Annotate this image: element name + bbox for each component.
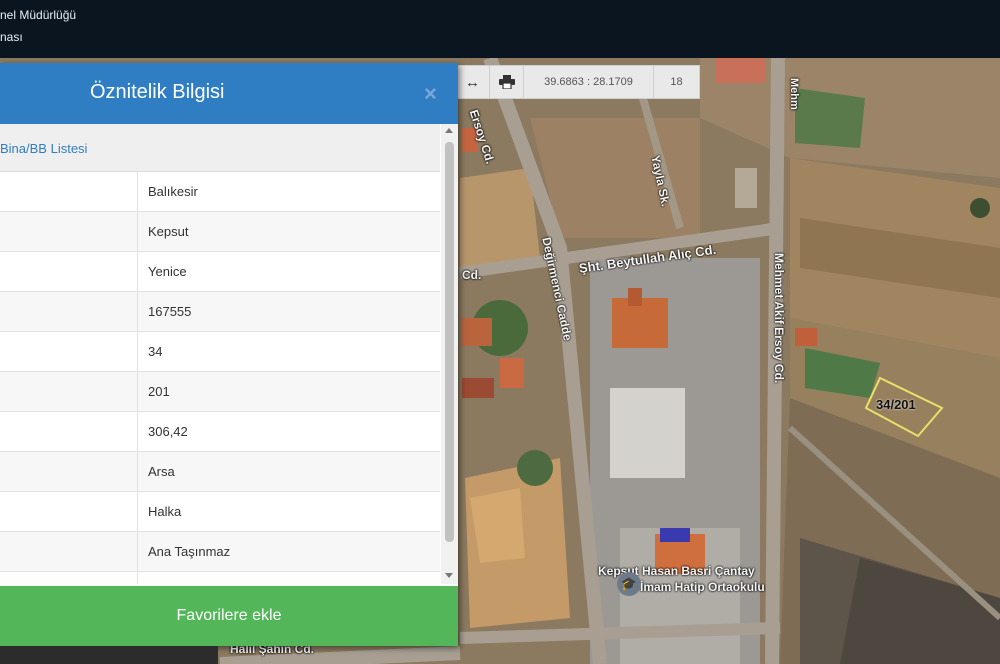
poi-label-school-line2: İmam Hatip Ortaokulu xyxy=(640,580,765,594)
attribute-value: 167555 xyxy=(148,304,192,319)
street-label-mehm: Mehm xyxy=(788,78,800,110)
street-label-mehmet-akif: Mehmet Akif Ersoy Cd. xyxy=(772,253,786,384)
panel-header: Öznitelik Bilgisi × xyxy=(0,63,458,124)
attribute-info-panel: Öznitelik Bilgisi × Bina/BB Listesi Balı… xyxy=(0,63,458,646)
app-header: nel Müdürlüğü nası xyxy=(0,0,1000,58)
bottom-left-strip xyxy=(0,646,218,664)
table-row: Arsa xyxy=(0,452,440,492)
attribute-value: 306,42 xyxy=(148,424,188,439)
attribute-value: Ana Taşınmaz xyxy=(148,544,231,559)
table-row: Ana Taşınmaz xyxy=(0,532,440,572)
table-row: Kepsut xyxy=(0,212,440,252)
table-row: 34 xyxy=(0,332,440,372)
attribute-value: 34 xyxy=(148,344,163,359)
table-row: Yenice xyxy=(0,252,440,292)
attribute-key-cell xyxy=(0,412,138,452)
table-row: 306,42 xyxy=(0,412,440,452)
attribute-table: Balıkesir Kepsut Yenice 167555 34 201 30… xyxy=(0,172,440,584)
header-title-line2: nası xyxy=(0,30,23,44)
panel-body[interactable]: Bina/BB Listesi Balıkesir Kepsut Yenice … xyxy=(0,124,458,584)
attribute-value: Halka xyxy=(148,504,182,519)
street-label-cd: Cd. xyxy=(462,268,482,282)
attribute-key-cell xyxy=(0,212,138,252)
attribute-key-cell xyxy=(0,452,138,492)
panel-title: Öznitelik Bilgisi xyxy=(90,81,225,103)
printer-icon[interactable] xyxy=(490,66,524,98)
attribute-key-cell xyxy=(0,532,138,572)
attribute-key-cell xyxy=(0,172,138,212)
attribute-key-cell xyxy=(0,492,138,532)
attribute-value: 201 xyxy=(148,384,170,399)
section-header[interactable]: Bina/BB Listesi xyxy=(0,124,440,172)
attribute-key-cell xyxy=(0,372,138,412)
table-row xyxy=(0,572,440,584)
table-row: 201 xyxy=(0,372,440,412)
attribute-key-cell xyxy=(0,572,138,584)
section-title[interactable]: Bina/BB Listesi xyxy=(0,141,87,156)
attribute-key-cell xyxy=(0,332,138,372)
table-row: Balıkesir xyxy=(0,172,440,212)
parcel-label[interactable]: 34/201 xyxy=(876,397,916,412)
table-row: Halka xyxy=(0,492,440,532)
coordinate-readout: 39.6863 : 28.1709 xyxy=(524,66,654,98)
add-to-favorites-button[interactable]: Favorilere ekle xyxy=(0,586,458,646)
poi-school-icon[interactable]: 🎓 xyxy=(617,572,641,596)
header-title-line1: nel Müdürlüğü xyxy=(0,8,77,22)
attribute-value: Kepsut xyxy=(148,224,189,239)
attribute-value: Balıkesir xyxy=(148,184,198,199)
attribute-key-cell xyxy=(0,292,138,332)
attribute-value: Yenice xyxy=(148,264,187,279)
arrows-horizontal-icon[interactable]: ↔ xyxy=(456,66,490,98)
scroll-down-arrow-icon[interactable] xyxy=(445,573,453,578)
zoom-level: 18 xyxy=(670,76,683,88)
printer-icon-glyph xyxy=(498,75,515,89)
scroll-up-arrow-icon[interactable] xyxy=(445,128,453,133)
attribute-value: Arsa xyxy=(148,464,175,479)
map-toolbar: ↔ 39.6863 : 28.1709 18 xyxy=(455,65,700,99)
close-icon[interactable]: × xyxy=(424,81,437,107)
table-row: 167555 xyxy=(0,292,440,332)
scroll-thumb[interactable] xyxy=(445,142,454,542)
panel-scrollbar[interactable] xyxy=(441,124,458,584)
attribute-key-cell xyxy=(0,252,138,292)
